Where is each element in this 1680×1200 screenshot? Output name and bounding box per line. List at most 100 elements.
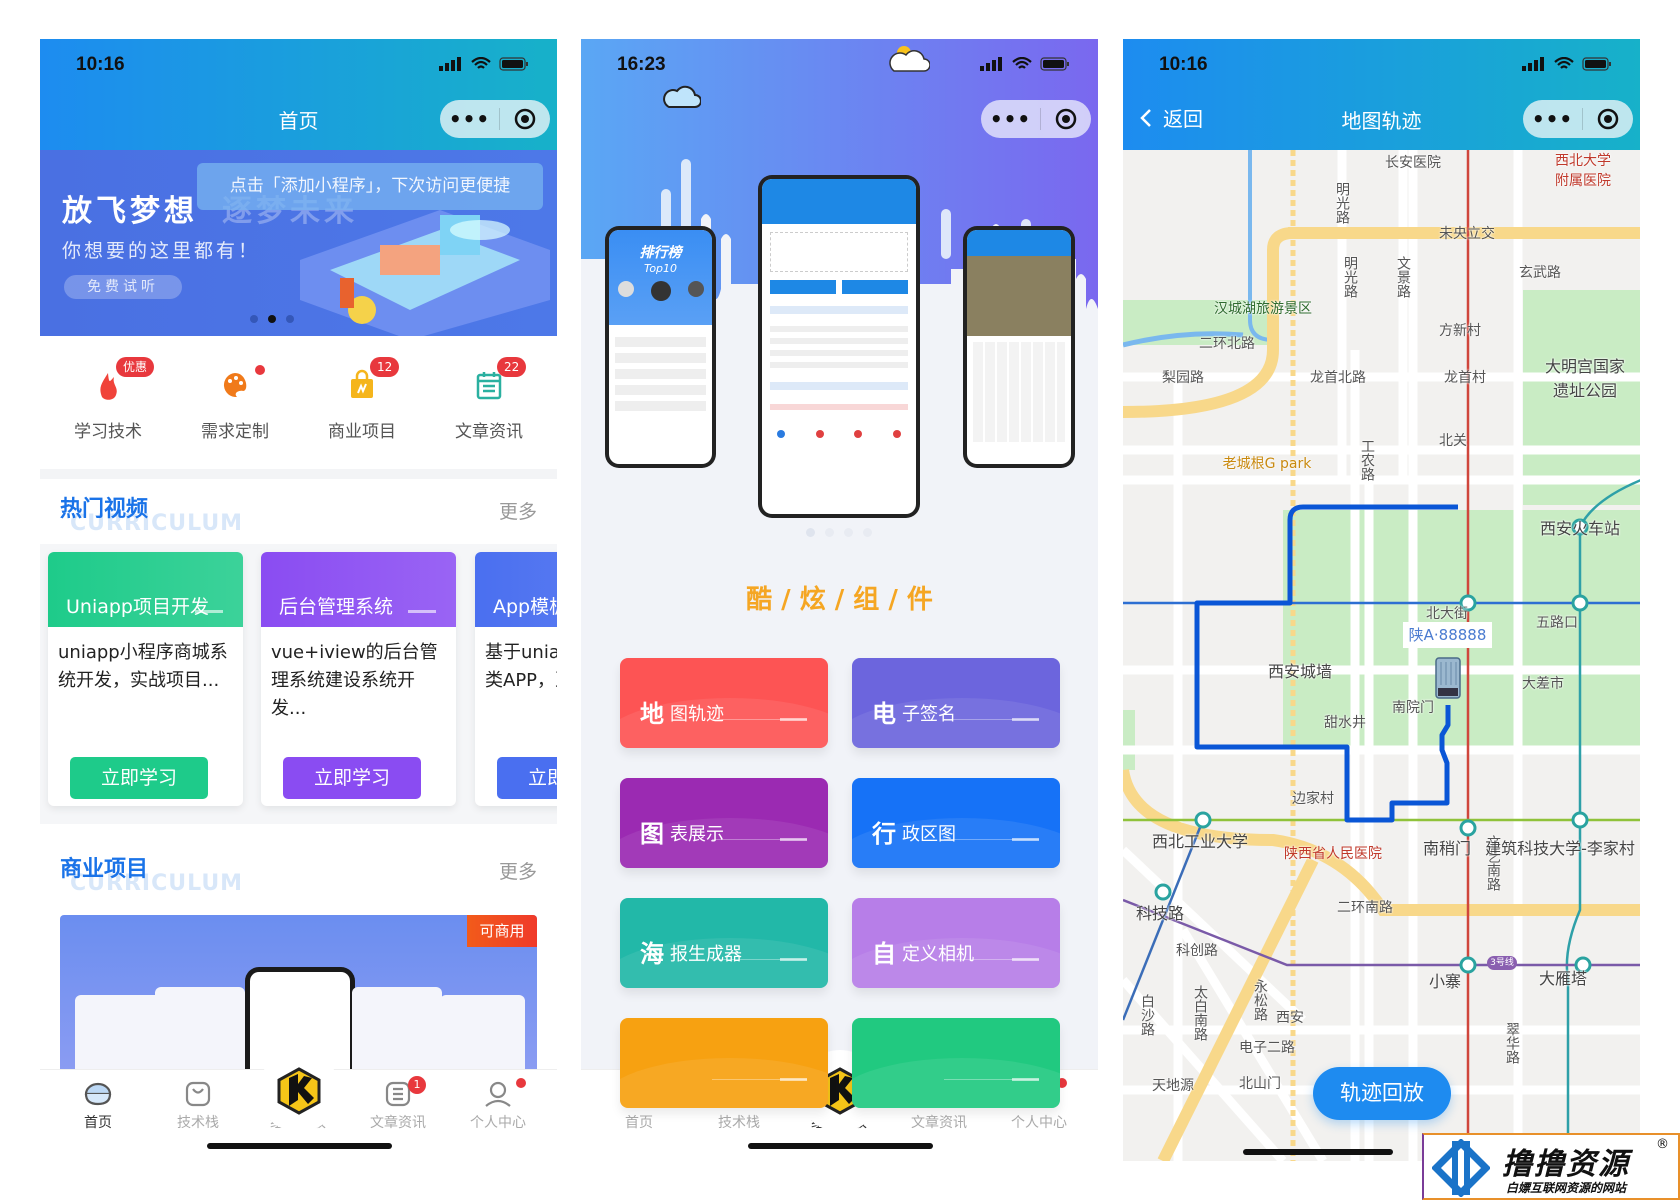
map-label: 科技路 xyxy=(1135,904,1185,923)
card-header: App模板 xyxy=(475,552,557,627)
component-button[interactable]: 行政区图 xyxy=(852,778,1060,868)
tab-user[interactable]: 个人中心 xyxy=(448,1078,548,1132)
tab-home[interactable]: 首页 xyxy=(48,1078,148,1132)
video-card[interactable]: 后台管理系统 vue+iview的后台管理系统建设系统开发... 立即学习 xyxy=(261,552,456,806)
banner-subtitle: 你想要的这里都有！ xyxy=(62,240,261,262)
quick-nav-item[interactable]: 22 文章资讯 xyxy=(429,339,549,449)
component-button[interactable] xyxy=(620,1018,828,1108)
home-indicator xyxy=(207,1143,392,1149)
commercial-tag: 可商用 xyxy=(467,915,537,947)
component-button[interactable]: 地图轨迹 xyxy=(620,658,828,748)
learn-now-button[interactable]: 立即学习 xyxy=(70,757,208,799)
mini-program-capsule: ••• xyxy=(440,100,550,138)
component-button[interactable]: 电子签名 xyxy=(852,658,1060,748)
map-label: 大差市 xyxy=(1522,676,1564,692)
battery-icon xyxy=(1040,57,1069,71)
badge-dot xyxy=(255,365,265,375)
map-label: 电子二路 xyxy=(1239,1040,1295,1056)
showcase-phone-id-card[interactable] xyxy=(758,175,920,518)
watermark-logo: 撸撸资源 ® 白嫖互联网资源的网站 xyxy=(1422,1133,1680,1200)
status-icons xyxy=(439,57,529,71)
close-target-icon[interactable] xyxy=(500,108,550,130)
map-label: 工农路 xyxy=(1359,439,1375,481)
map-label: 天地源 xyxy=(1152,1078,1194,1094)
map-label: 二环北路 xyxy=(1199,336,1255,352)
component-label-first: 地 xyxy=(640,700,664,728)
quick-nav-label: 需求定制 xyxy=(201,422,269,442)
signal-icon xyxy=(980,57,1002,71)
tab-label: 个人中心 xyxy=(470,1115,526,1131)
mockup-screens xyxy=(75,995,165,1075)
mini-program-capsule: ••• xyxy=(1523,100,1633,138)
wifi-icon xyxy=(1012,57,1032,69)
map-label: 老城根G park xyxy=(1222,456,1312,472)
map-label: 龙首北路 xyxy=(1310,370,1366,386)
more-link-business[interactable]: 更多 xyxy=(499,857,537,884)
phone-home-screen: 10:16 首页 ••• 放飞梦想 逐梦未来 你想要的这里都有！ 免费试听 点击… xyxy=(40,39,557,1161)
badge: 12 xyxy=(370,357,400,377)
tab-document[interactable]: 文章资讯 1 xyxy=(348,1076,448,1132)
decor-wave xyxy=(852,1058,1060,1108)
vehicle-marker-icon xyxy=(1435,657,1461,699)
decor-line xyxy=(1012,1078,1039,1081)
section-title-hot-videos: 热门视频 xyxy=(60,497,149,522)
component-label-first: 图 xyxy=(640,820,664,848)
component-button[interactable]: 海报生成器 xyxy=(620,898,828,988)
track-replay-button[interactable]: 轨迹回放 xyxy=(1313,1067,1451,1120)
component-label-rest: 子签名 xyxy=(902,704,956,725)
map-label: 太白南路 xyxy=(1192,985,1208,1041)
map-label: 梨园路 xyxy=(1162,370,1204,386)
map-label: 白沙路 xyxy=(1139,994,1155,1036)
status-time: 10:16 xyxy=(1159,54,1208,75)
map-label: 明光路 xyxy=(1334,182,1350,224)
component-label-first: 行 xyxy=(872,820,896,848)
more-button[interactable]: ••• xyxy=(1523,107,1582,131)
close-target-icon[interactable] xyxy=(1041,108,1091,130)
component-label-rest: 表展示 xyxy=(670,824,724,845)
badge: 22 xyxy=(497,357,527,377)
ranking-title: 排行榜 xyxy=(639,245,682,261)
quick-nav-item[interactable]: 需求定制 xyxy=(175,339,295,449)
close-target-icon[interactable] xyxy=(1583,108,1633,130)
tab-bag[interactable]: 技术栈 xyxy=(148,1078,248,1132)
video-card[interactable]: Uniapp项目开发 uniapp小程序商城系统开发，实战项目... 立即学习 xyxy=(48,552,243,806)
tab-label: 个人中心 xyxy=(1011,1115,1067,1131)
more-button[interactable]: ••• xyxy=(440,107,499,131)
tab-label: 首页 xyxy=(84,1115,112,1131)
divider xyxy=(40,469,557,479)
showcase-phone-ranking[interactable]: 排行榜 Top10 xyxy=(605,226,716,468)
map-label: 未央立交 xyxy=(1439,226,1495,242)
component-label-rest: 报生成器 xyxy=(670,944,742,965)
free-trial-button[interactable]: 免费试听 xyxy=(64,275,182,299)
notification-dot xyxy=(516,1078,526,1088)
card-description: 基于uniapp开发效率类APP，至上线... xyxy=(485,642,557,691)
showcase-phone-plate-keyboard[interactable] xyxy=(963,226,1075,468)
map-label: 边家村 xyxy=(1292,791,1334,807)
home-indicator xyxy=(748,1143,933,1149)
decor-line xyxy=(1012,718,1039,721)
component-button[interactable] xyxy=(852,1018,1060,1108)
quick-nav-item[interactable]: 12 商业项目 xyxy=(302,339,422,449)
video-card[interactable]: App模板基于uniapp开发效率类APP，至上线... 立即学习 xyxy=(475,552,557,806)
battery-icon xyxy=(1582,57,1611,71)
component-label-first: 电 xyxy=(872,700,896,728)
status-icons xyxy=(1522,57,1612,71)
battery-icon xyxy=(499,57,528,71)
swiper-dots xyxy=(806,528,872,537)
learn-now-button[interactable]: 立即学习 xyxy=(497,757,557,799)
tooltip-text: 点击「添加小程序」，下次访问更便捷 xyxy=(229,176,511,196)
phone-components-screen: 16:23 ••• 排行榜 Top10 酷 / 炫 / 组 / 件 首页技术栈组… xyxy=(581,39,1098,1161)
k-logo-icon[interactable] xyxy=(258,1050,340,1132)
status-time: 16:23 xyxy=(617,54,666,75)
component-button[interactable]: 自定义相机 xyxy=(852,898,1060,988)
component-button[interactable]: 图表展示 xyxy=(620,778,828,868)
signal-icon xyxy=(439,57,461,71)
more-button[interactable]: ••• xyxy=(981,107,1040,131)
more-link-hot-videos[interactable]: 更多 xyxy=(499,497,537,524)
component-label-rest: 定义相机 xyxy=(902,944,974,965)
user-icon xyxy=(448,1078,548,1110)
cloud-icon xyxy=(663,85,701,108)
learn-now-button[interactable]: 立即学习 xyxy=(283,757,421,799)
quick-nav-label: 学习技术 xyxy=(74,422,142,442)
quick-nav-item[interactable]: 优惠 学习技术 xyxy=(48,339,168,449)
